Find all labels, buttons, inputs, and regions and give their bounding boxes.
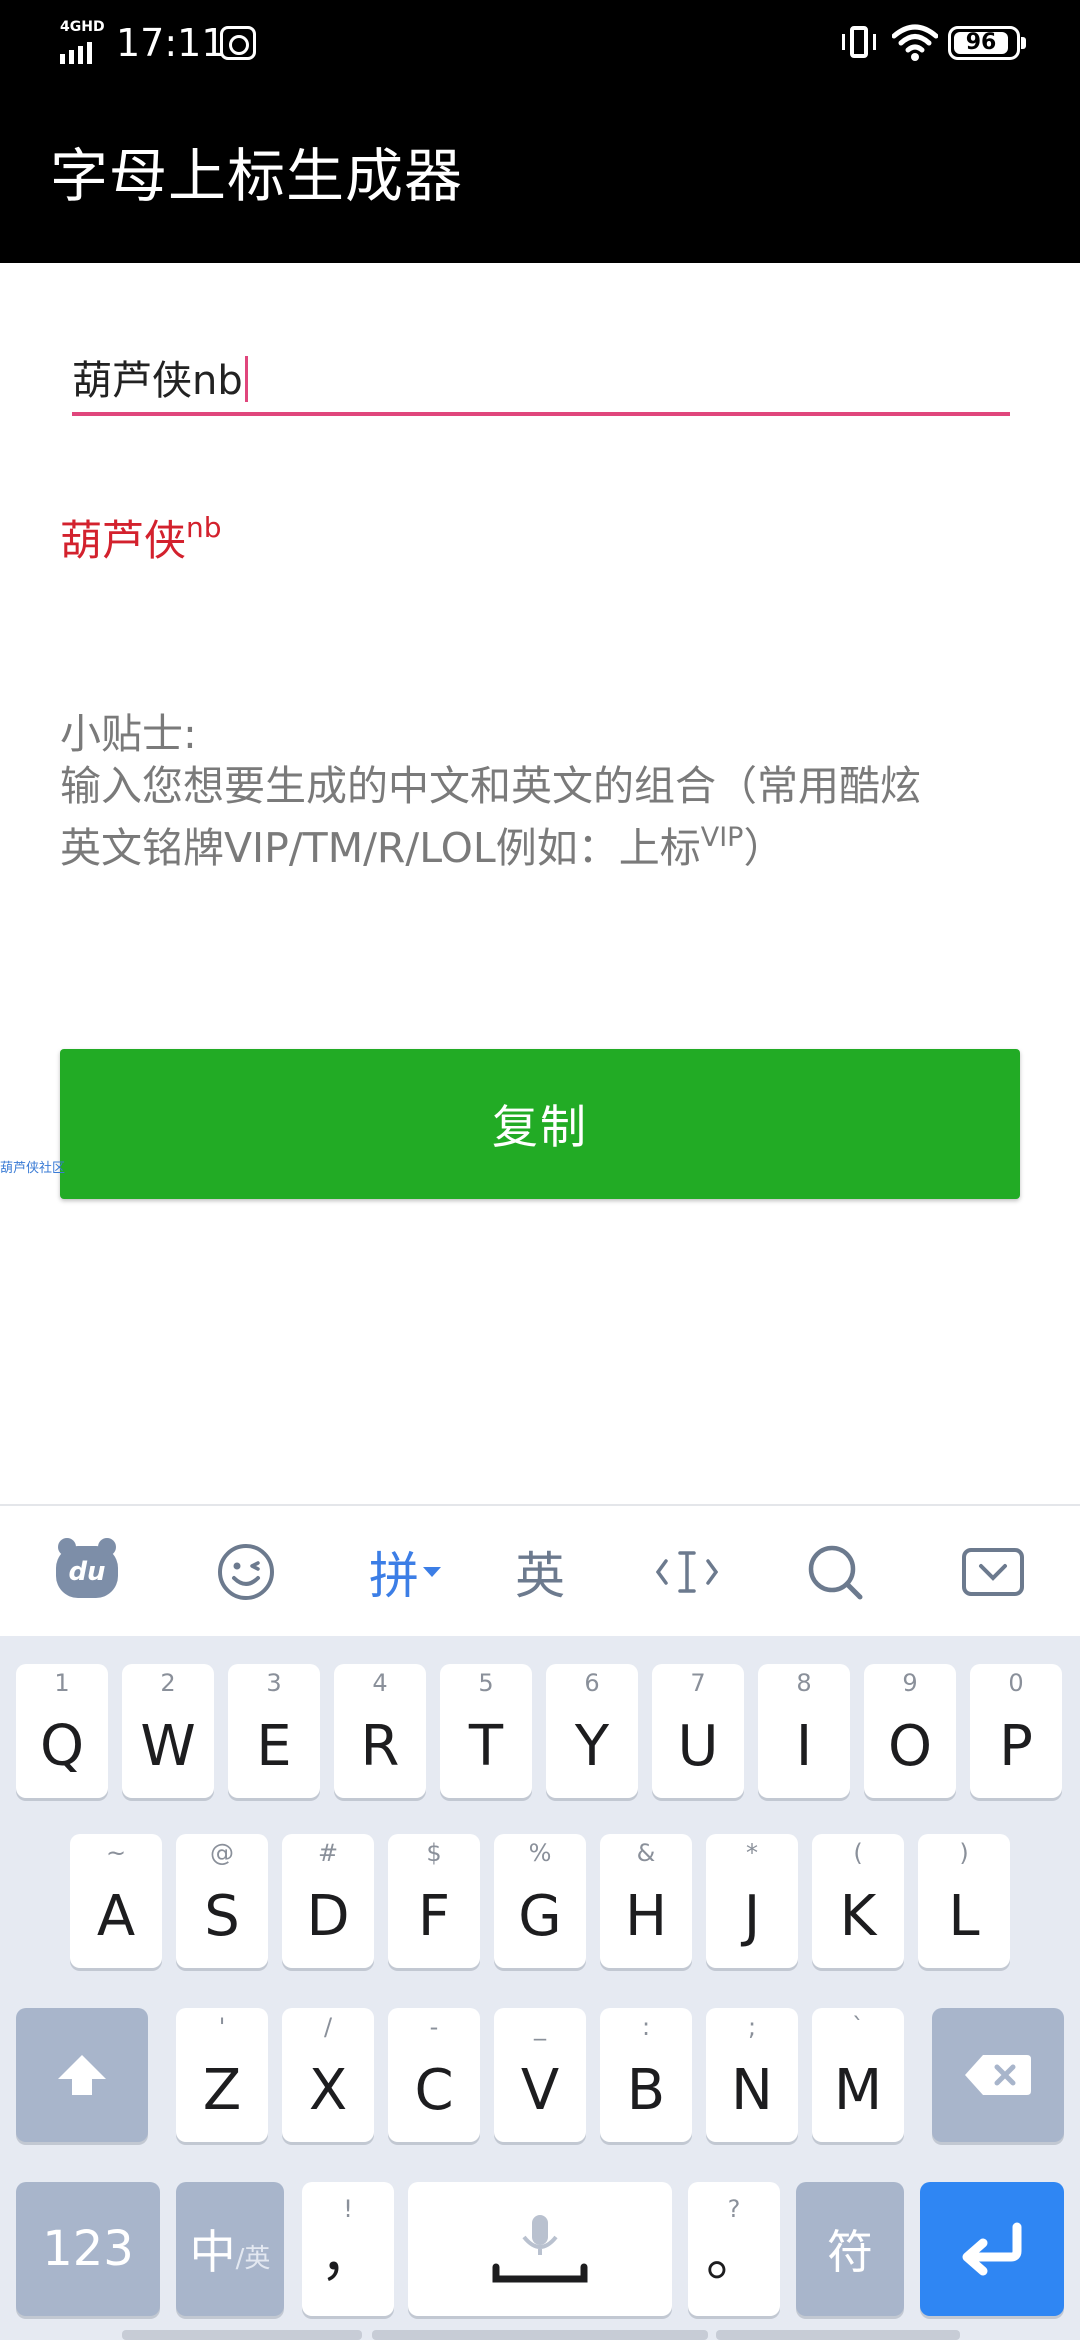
text-input[interactable]: 葫芦侠nb [72,350,1010,416]
status-time: 17:11 [116,21,226,65]
app-header: 4GHD 17:11 96 字母上标生成器 [0,0,1080,263]
tips-heading: 小贴士: [60,710,197,758]
tips-line-2-text: 英文铭牌VIP/TM/R/LOL例如：上标 [60,824,701,872]
bottom-bar-segment [372,2330,708,2340]
tips-line-1: 输入您想要生成的中文和英文的组合（常用酷炫 [60,762,921,810]
key-r[interactable]: 4R [334,1664,426,1798]
battery-level: 96 [965,30,997,55]
backspace-icon [965,2055,1031,2095]
language-switch-key[interactable]: 中/英 [176,2182,284,2316]
wifi-icon [891,22,939,62]
side-watermark: 葫芦侠社区 [0,1161,66,1176]
du-logo-icon[interactable]: du [52,1506,122,1638]
search-icon[interactable] [804,1506,866,1638]
key-u[interactable]: 7U [652,1664,744,1798]
lang-sub: /英 [235,2243,271,2274]
space-key[interactable] [408,2182,672,2316]
key-l[interactable]: ) L [918,1834,1010,1968]
input-value-container[interactable]: 葫芦侠nb [72,352,248,410]
comma-key[interactable]: !， [302,2182,394,2316]
cursor-icon[interactable] [656,1506,718,1638]
keyboard-toolbar: du 拼 英 [0,1504,1080,1636]
backspace-key[interactable] [932,2008,1064,2142]
soft-keyboard: 1Q 2W 3E 4R 5T 6Y 7U 8I 9O 0P ~ A @ S # D $… [0,1636,1080,2340]
english-mode-button[interactable]: 英 [510,1506,570,1638]
key-x[interactable]: / X [282,2008,374,2142]
key-k[interactable]: (K [812,1834,904,1968]
battery-icon: 96 [948,26,1026,60]
result-base: 葫芦侠 [60,516,187,565]
shift-arrow-icon [58,2055,106,2095]
tips-line-2-end: ） [743,824,785,872]
key-m[interactable]: ` M [812,2008,904,2142]
tips-line-2-sup: VIP [700,822,744,853]
key-v[interactable]: _ V [494,2008,586,2142]
key-z[interactable]: ' Z [176,2008,268,2142]
notification-du-icon [220,26,256,60]
key-t[interactable]: 5T [440,1664,532,1798]
period-key[interactable]: ?。 [688,2182,780,2316]
key-h[interactable]: & H [600,1834,692,1968]
key-p[interactable]: 0P [970,1664,1062,1798]
tips-block: 小贴士: 输入您想要生成的中文和英文的组合（常用酷炫 英文铭牌VIP/TM/R/… [60,708,1020,874]
copy-button[interactable]: 复制 [60,1049,1020,1199]
key-f[interactable]: $ F [388,1834,480,1968]
numbers-key[interactable]: 123 [16,2182,160,2316]
collapse-keyboard-icon[interactable] [960,1506,1026,1638]
key-c[interactable]: -C [388,2008,480,2142]
key-s[interactable]: @ S [176,1834,268,1968]
key-b[interactable]: :B [600,2008,692,2142]
emoji-icon[interactable] [214,1506,278,1638]
status-bar: 4GHD 17:11 96 [0,0,1080,86]
chevron-down-icon [423,1567,441,1577]
bottom-bar-segment [122,2330,362,2340]
key-o[interactable]: 9O [864,1664,956,1798]
pinyin-mode-button[interactable]: 拼 [360,1506,450,1638]
page-title: 字母上标生成器 [50,142,464,210]
result-superscript: nb [186,511,222,544]
enter-arrow-icon [962,2222,1022,2276]
key-d[interactable]: # D [282,1834,374,1968]
input-underline [72,412,1010,416]
bottom-bar-segment [716,2330,960,2340]
microphone-icon [492,2215,588,2283]
key-a[interactable]: ~ A [70,1834,162,1968]
symbols-key[interactable]: 符 [796,2182,904,2316]
shift-key[interactable] [16,2008,148,2142]
key-q[interactable]: 1Q [16,1664,108,1798]
key-j[interactable]: * J [706,1834,798,1968]
key-e[interactable]: 3E [228,1664,320,1798]
key-i[interactable]: 8I [758,1664,850,1798]
pinyin-label: 拼 [369,1547,419,1605]
network-type: 4GHD [60,19,105,35]
key-w[interactable]: 2W [122,1664,214,1798]
superscript-result: 葫芦侠nb [60,498,222,571]
key-g[interactable]: % G [494,1834,586,1968]
vibrate-icon [842,24,876,62]
tips-line-2: 英文铭牌VIP/TM/R/LOL例如：上标VIP） [60,812,1020,874]
text-cursor [244,356,248,402]
enter-key[interactable] [920,2182,1064,2316]
key-y[interactable]: 6Y [546,1664,638,1798]
key-n[interactable]: ; N [706,2008,798,2142]
lang-main: 中 [189,2225,236,2279]
input-value[interactable]: 葫芦侠nb [72,358,243,404]
network-signal-icon: 4GHD [58,19,108,64]
